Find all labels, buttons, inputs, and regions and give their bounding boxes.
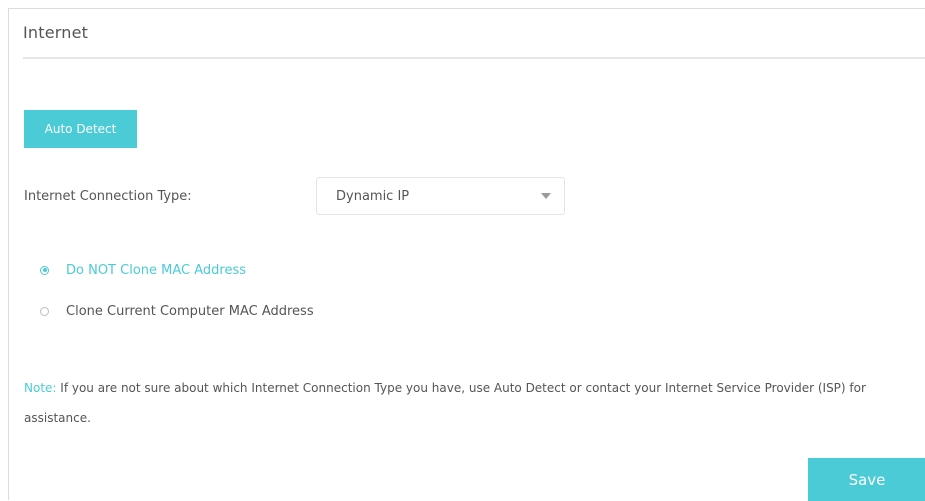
connection-type-value: Dynamic IP xyxy=(336,189,410,204)
save-button[interactable]: Save xyxy=(808,458,925,501)
connection-type-label: Internet Connection Type: xyxy=(24,189,192,204)
note-text: Note: If you are not sure about which In… xyxy=(24,373,914,433)
radio-label-do-not-clone: Do NOT Clone MAC Address xyxy=(66,262,247,278)
internet-panel: Internet Auto Detect Internet Connection… xyxy=(8,8,925,501)
note-prefix: Note: xyxy=(24,381,57,395)
note-body: If you are not sure about which Internet… xyxy=(24,381,866,425)
radio-label-clone-current: Clone Current Computer MAC Address xyxy=(66,303,314,319)
section-title: Internet xyxy=(23,23,89,42)
auto-detect-button[interactable]: Auto Detect xyxy=(24,110,137,148)
radio-clone-current-mac[interactable]: Clone Current Computer MAC Address xyxy=(40,301,314,321)
radio-button-checked-icon[interactable] xyxy=(40,265,49,275)
radio-do-not-clone-mac[interactable]: Do NOT Clone MAC Address xyxy=(40,260,246,280)
chevron-down-icon xyxy=(541,193,551,199)
radio-button-unchecked-icon[interactable] xyxy=(40,306,49,316)
connection-type-select[interactable]: Dynamic IP xyxy=(316,177,565,215)
title-divider xyxy=(23,57,925,59)
